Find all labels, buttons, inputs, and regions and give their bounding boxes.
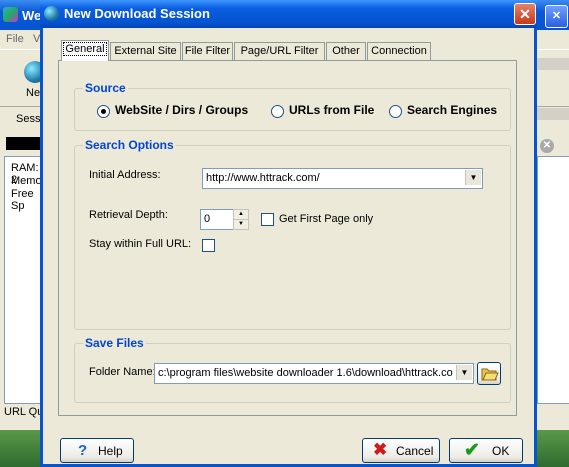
background-right-panel [537, 156, 569, 404]
dropdown-arrow-icon[interactable]: ▼ [465, 170, 481, 185]
progress-bar [6, 137, 42, 150]
get-first-page-label[interactable]: Get First Page only [279, 213, 373, 225]
source-group-title: Source [83, 81, 128, 95]
browse-folder-button[interactable] [477, 362, 501, 385]
open-folder-icon [481, 368, 499, 381]
tab-connection[interactable]: Connection [367, 42, 431, 60]
initial-address-value[interactable]: http://www.httrack.com/ [206, 172, 320, 184]
retrieval-depth-label: Retrieval Depth: [89, 209, 168, 221]
search-options-title: Search Options [83, 138, 176, 152]
radio-label[interactable]: Search Engines [407, 103, 497, 117]
globe-icon [44, 6, 59, 21]
background-strip [537, 108, 569, 120]
radio-circle[interactable] [271, 105, 284, 118]
save-files-title: Save Files [83, 336, 146, 350]
dialog-titlebar[interactable]: New Download Session ✕ [40, 0, 537, 28]
menu-file[interactable]: File [6, 33, 24, 45]
get-first-page-checkbox[interactable] [261, 213, 274, 226]
initial-address-label: Initial Address: [89, 169, 161, 181]
initial-address-combo[interactable]: http://www.httrack.com/ ▼ [202, 168, 483, 189]
radio-selected-dot [101, 109, 106, 114]
session-label: Sess [16, 113, 41, 125]
new-download-session-dialog: New Download Session ✕ General External … [40, 0, 537, 467]
dialog-title: New Download Session [64, 6, 210, 21]
dropdown-arrow-icon[interactable]: ▼ [456, 365, 472, 380]
stay-within-label: Stay within Full URL: [89, 238, 192, 250]
ok-button-label: OK [492, 444, 510, 458]
background-close-icon[interactable]: ✕ [545, 5, 568, 28]
spin-down-icon[interactable]: ▼ [233, 219, 249, 230]
background-title: We [22, 8, 42, 23]
radio-label[interactable]: URLs from File [289, 103, 374, 117]
background-strip [537, 408, 569, 430]
close-icon[interactable]: ✕ [514, 3, 536, 25]
cancel-x-icon: ✖ [373, 440, 388, 459]
retrieval-depth-value[interactable]: 0 [204, 213, 210, 225]
dialog-body: General External Site File Filter Page/U… [43, 28, 534, 464]
folder-name-label: Folder Name: [89, 366, 156, 378]
folder-name-value[interactable]: c:\program files\website downloader 1.6\… [158, 367, 454, 379]
radio-label[interactable]: WebSite / Dirs / Groups [115, 103, 248, 117]
save-files-group: Save Files Folder Name: c:\program files… [74, 336, 511, 403]
help-button[interactable]: ? Help [60, 438, 134, 463]
status-text: URL Qu [4, 406, 44, 418]
general-tab-panel: Source WebSite / Dirs / Groups URLs from… [58, 60, 517, 416]
radio-circle[interactable] [389, 105, 402, 118]
app-icon [3, 7, 18, 22]
checkmark-icon: ✔ [464, 440, 480, 461]
radio-circle[interactable] [97, 105, 110, 118]
tab-external-site[interactable]: External Site [110, 42, 181, 60]
background-strip [537, 58, 569, 70]
close-circle-icon[interactable]: ✕ [540, 139, 554, 153]
search-options-group: Search Options Initial Address: http://w… [74, 138, 511, 330]
tab-page-url-filter[interactable]: Page/URL Filter [234, 42, 325, 60]
ok-button[interactable]: ✔ OK [449, 438, 523, 463]
cancel-button[interactable]: ✖ Cancel [362, 438, 440, 463]
help-icon: ? [78, 442, 88, 459]
cancel-button-label: Cancel [396, 444, 434, 458]
folder-name-combo[interactable]: c:\program files\website downloader 1.6\… [154, 363, 474, 384]
retrieval-depth-input[interactable]: 0 [200, 209, 234, 230]
help-button-label: Help [98, 444, 123, 458]
source-group: Source WebSite / Dirs / Groups URLs from… [74, 81, 511, 131]
new-session-label[interactable]: Ne [26, 87, 40, 99]
tab-file-filter[interactable]: File Filter [182, 42, 233, 60]
tab-general[interactable]: General [61, 40, 109, 61]
stay-within-checkbox[interactable] [202, 239, 215, 252]
tab-other[interactable]: Other [326, 42, 366, 60]
